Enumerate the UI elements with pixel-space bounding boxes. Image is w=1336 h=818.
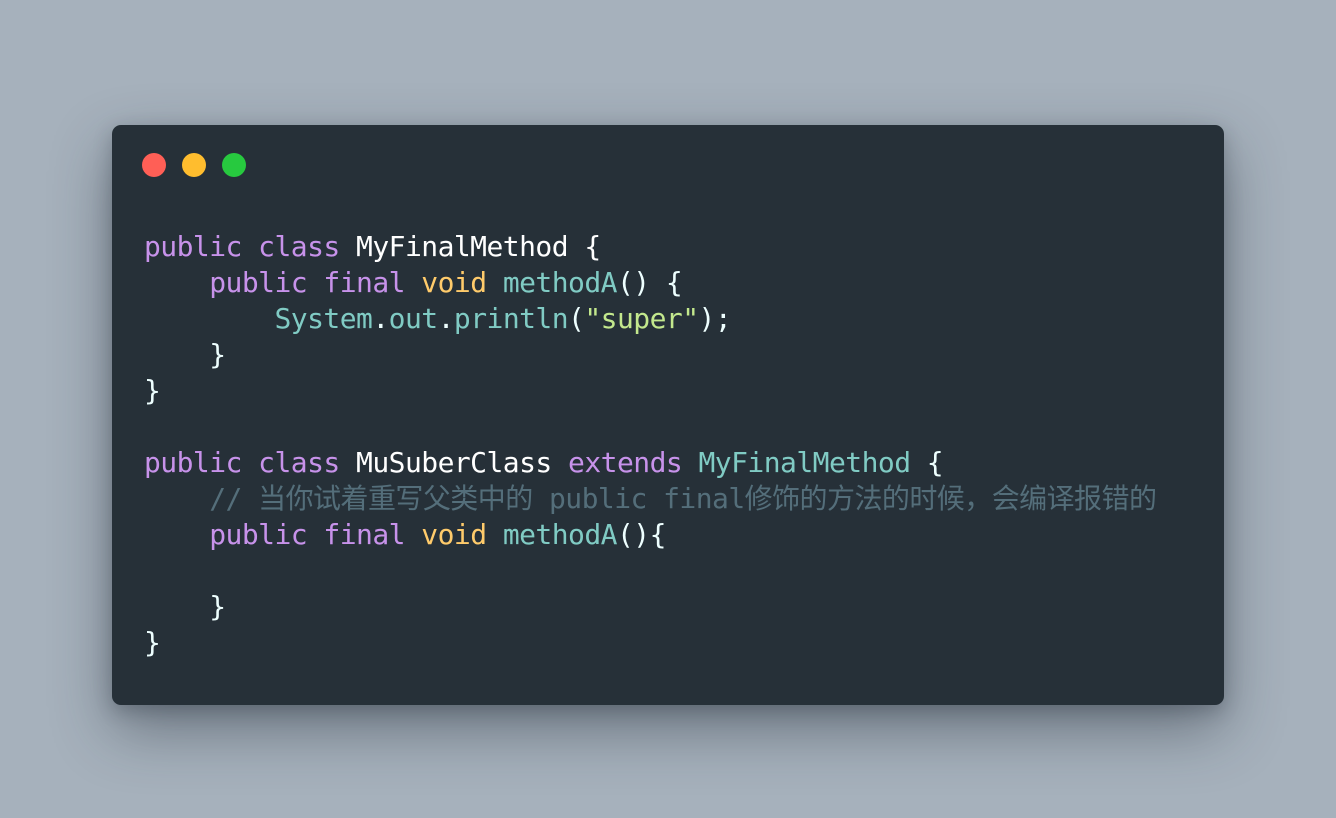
code-line: } [144,589,1156,625]
code-token: methodA [502,518,618,551]
zoom-dot-icon[interactable] [222,153,246,177]
code-token: ( [568,302,585,335]
code-block: public class MyFinalMethod { public fina… [144,229,1157,661]
code-token: } [144,590,226,623]
code-line: } [144,337,1156,373]
code-line-empty [144,553,1156,589]
code-token: class [258,446,340,479]
code-comment: // 当你试着重写父类中的 public final修饰的方法的时候，会编译报错… [209,482,1157,515]
code-line: public class MuSuberClass extends MyFina… [144,445,1156,481]
code-token: final [323,266,405,299]
code-token: } [144,338,226,371]
code-line: } [144,373,1156,409]
code-token: . [372,302,389,335]
code-line: public final void methodA() { [144,265,1156,301]
minimize-dot-icon[interactable] [182,153,206,177]
code-token: final [323,518,405,551]
code-token: public [144,230,242,263]
code-token: public [209,266,308,299]
code-token: out [388,302,438,335]
code-token: MyFinalMethod { [339,230,601,263]
code-line: public class MyFinalMethod { [144,229,1156,265]
code-token: public [144,446,242,479]
code-token: } [144,626,161,659]
code-token: System [274,302,373,335]
code-token: () { [616,266,683,299]
code-line: public final void methodA(){ [144,517,1156,553]
code-token: ); [698,302,732,335]
code-token: public [209,518,308,551]
code-token: { [910,446,944,479]
code-token: methodA [502,266,618,299]
close-dot-icon[interactable] [142,153,166,177]
code-token: void [421,266,487,299]
code-token: class [258,230,340,263]
code-line: // 当你试着重写父类中的 public final修饰的方法的时候，会编译报错… [144,481,1157,517]
code-line: System.out.println("super"); [144,301,1156,337]
code-token: } [144,374,161,407]
code-token: (){ [616,518,666,551]
code-token: MuSuberClass [339,446,569,479]
code-line: } [144,625,1156,661]
code-token: "super" [584,302,699,335]
code-token: MyFinalMethod [698,446,912,479]
code-token: extends [568,446,683,479]
code-token: println [453,302,569,335]
code-window: public class MyFinalMethod { public fina… [112,125,1224,705]
code-token: void [421,518,487,551]
window-controls [142,153,246,177]
code-token: . [437,302,455,335]
code-line-empty [144,409,1156,445]
